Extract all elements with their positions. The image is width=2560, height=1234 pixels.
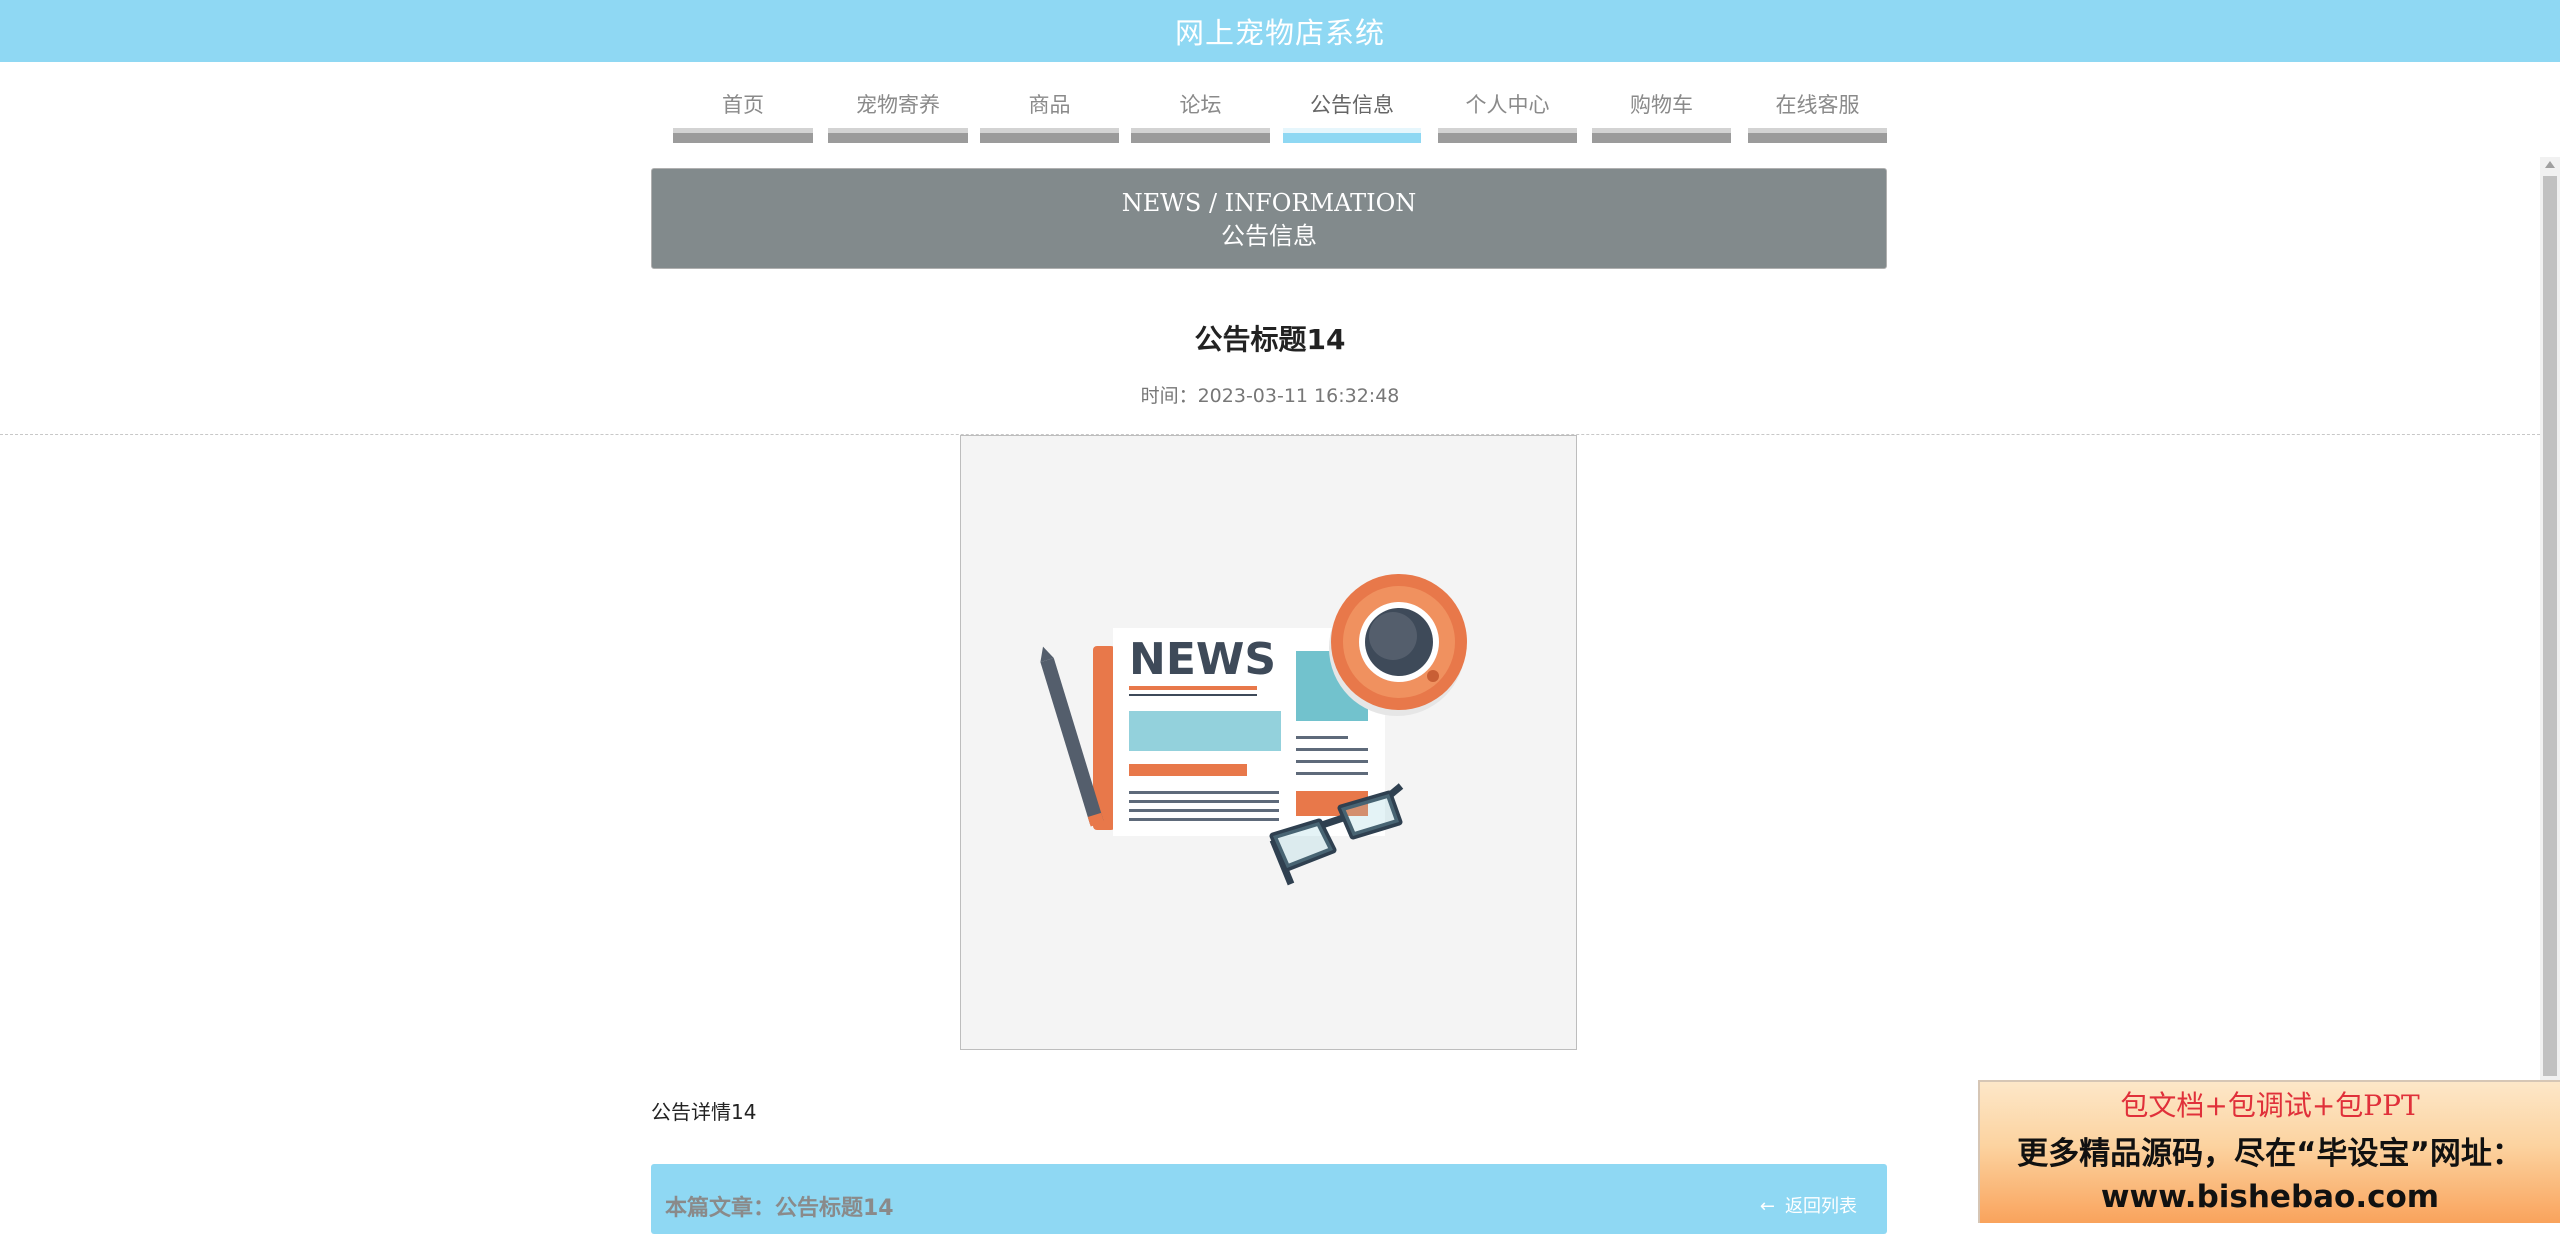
nav-item-bar [980, 128, 1119, 143]
back-to-list-link[interactable]: ← 返回列表 [1760, 1192, 1857, 1218]
nav-item-label: 论坛 [1179, 93, 1222, 117]
nav-item-bar [673, 128, 813, 143]
nav-item-label: 在线客服 [1775, 93, 1860, 117]
article-detail: 公告详情14 [651, 1100, 757, 1124]
banner-title-zh: 公告信息 [1221, 222, 1317, 250]
nav-item-bar [828, 128, 968, 143]
nav-item-bar [1748, 128, 1887, 143]
nav-item-goods[interactable]: 商品 [980, 83, 1119, 143]
svg-text:NEWS: NEWS [1129, 634, 1276, 685]
scroll-up-arrow-icon[interactable] [2545, 161, 2555, 168]
scrollbar-thumb[interactable] [2543, 176, 2557, 1076]
current-article-label: 本篇文章：公告标题14 [665, 1196, 894, 1221]
ad-line-3: www.bishebao.com [2100, 1179, 2440, 1215]
nav-item-bar [1131, 128, 1270, 143]
nav-item-label: 个人中心 [1465, 93, 1550, 117]
back-to-list-label: 返回列表 [1785, 1196, 1857, 1217]
nav-item-home[interactable]: 首页 [673, 83, 813, 143]
nav-item-online-service[interactable]: 在线客服 [1748, 83, 1887, 143]
vertical-scrollbar[interactable] [2540, 157, 2560, 1223]
site-title: 网上宠物店系统 [1174, 16, 1385, 50]
article-time: 时间：2023-03-11 16:32:48 [1140, 385, 1400, 407]
nav-item-label: 首页 [722, 93, 764, 117]
nav-item-label: 宠物寄养 [856, 93, 940, 117]
nav-item-label: 公告信息 [1310, 93, 1394, 117]
nav-item-bar [1438, 128, 1577, 143]
promo-ad[interactable]: 包文档+包调试+包PPT 更多精品源码，尽在“毕设宝”网址： www.bishe… [1978, 1080, 2560, 1223]
section-banner: NEWS / INFORMATION 公告信息 [651, 168, 1887, 269]
top-header: 网上宠物店系统 [0, 0, 2560, 62]
article-image: NEWS [960, 435, 1577, 1050]
banner-title-en: NEWS / INFORMATION [1121, 189, 1417, 217]
article-title: 公告标题14 [1194, 323, 1346, 356]
arrow-left-icon: ← [1759, 1196, 1775, 1217]
nav-item-label: 购物车 [1630, 93, 1693, 117]
nav-item-cart[interactable]: 购物车 [1592, 83, 1731, 143]
nav-item-announcements[interactable]: 公告信息 [1283, 83, 1421, 143]
nav-item-bar [1283, 128, 1421, 143]
nav-item-pet-boarding[interactable]: 宠物寄养 [828, 83, 968, 143]
main-nav: 首页 宠物寄养 商品 论坛 公告信息 个人中心 购物车 在线客服 [0, 83, 2560, 145]
article-footer-bar: 本篇文章：公告标题14 ← 返回列表 [651, 1164, 1887, 1234]
news-illustration-icon: NEWS [1040, 574, 1467, 886]
nav-item-personal-center[interactable]: 个人中心 [1438, 83, 1577, 143]
nav-item-forum[interactable]: 论坛 [1131, 83, 1270, 143]
ad-line-1: 包文档+包调试+包PPT [2120, 1089, 2420, 1122]
ad-line-2: 更多精品源码，尽在“毕设宝”网址： [2017, 1136, 2523, 1172]
nav-item-label: 商品 [1028, 93, 1071, 117]
nav-item-bar [1592, 128, 1731, 143]
